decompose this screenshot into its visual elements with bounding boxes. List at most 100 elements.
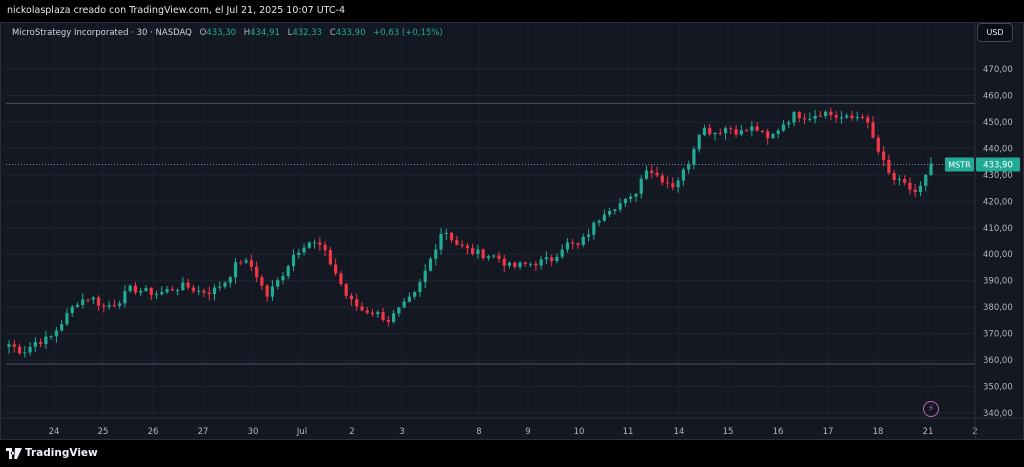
candle-body: [365, 310, 369, 313]
candle-body: [623, 198, 628, 204]
candle-body: [323, 244, 327, 251]
y-tick-label: 360,00: [983, 356, 1013, 366]
candle-body: [834, 115, 838, 118]
candle-body: [207, 292, 211, 295]
candle-body: [191, 287, 195, 292]
candle-body: [91, 297, 95, 300]
candle-body: [581, 236, 585, 245]
candle-body: [507, 262, 512, 266]
candle-body: [223, 282, 227, 287]
candle-body: [291, 255, 296, 267]
y-tick-label: 380,00: [983, 303, 1013, 313]
candle-body: [792, 112, 796, 123]
candle-body: [539, 259, 543, 266]
candle-body: [918, 185, 923, 193]
candle-body: [481, 249, 485, 259]
candle-body: [312, 242, 317, 244]
candle-body: [824, 111, 828, 116]
publisher-caption: nickolasplaza creado con TradingView.com…: [7, 5, 346, 16]
tradingview-brand[interactable]: TradingView: [25, 447, 98, 459]
candle-body: [318, 242, 322, 245]
footer-bar: TradingView: [0, 440, 1024, 467]
candle-body: [871, 122, 875, 138]
candle-body: [444, 232, 448, 234]
candle-body: [739, 130, 743, 135]
candle-body: [908, 182, 912, 190]
candle-body: [818, 115, 822, 117]
candle-body: [813, 115, 817, 119]
candle-body: [160, 292, 164, 295]
currency-button[interactable]: USD: [977, 23, 1013, 42]
candle-body: [839, 117, 844, 119]
candle-body: [255, 266, 259, 278]
candle-body: [423, 270, 427, 283]
candle-body: [766, 131, 770, 139]
candle-body: [428, 258, 433, 271]
candle-body: [697, 135, 701, 150]
x-tick-label: 11: [623, 427, 634, 437]
candle-body: [381, 312, 385, 321]
candle-body: [513, 262, 517, 268]
candle-body: [465, 245, 469, 249]
symbol-legend: MicroStrategy Incorporated · 30 · NASDAQ…: [12, 28, 443, 38]
candle-body: [866, 117, 870, 123]
candle-body: [571, 242, 575, 244]
x-tick-label: 15: [723, 427, 734, 437]
candle-body: [70, 306, 74, 314]
candle-body: [528, 263, 533, 265]
tradingview-logo-icon[interactable]: [6, 448, 22, 459]
candle-body: [502, 258, 506, 266]
candle-body: [734, 129, 738, 135]
candle-body: [360, 306, 364, 311]
x-tick-label: 21: [923, 427, 934, 437]
candle-body: [12, 344, 16, 347]
candle-body: [407, 296, 412, 302]
y-tick-label: 430,00: [983, 171, 1013, 181]
candle-body: [802, 118, 807, 120]
candle-body: [81, 299, 85, 305]
candle-body: [355, 299, 359, 307]
candle-body: [7, 344, 11, 347]
x-tick-label: 14: [674, 427, 685, 437]
candle-body: [650, 170, 654, 173]
candle-body: [708, 127, 712, 135]
candle-body: [202, 290, 206, 293]
candle-body: [750, 126, 754, 131]
x-tick-label: 16: [773, 427, 784, 437]
lightning-icon[interactable]: ⚡: [923, 401, 939, 417]
candle-body: [586, 234, 591, 237]
candle-body: [144, 287, 148, 291]
candle-body: [665, 182, 670, 184]
candle-body: [729, 128, 733, 130]
candle-body: [102, 305, 106, 307]
symbol-title[interactable]: MicroStrategy Incorporated · 30 · NASDAQ: [12, 28, 192, 38]
candle-body: [392, 313, 396, 323]
candle-body: [28, 346, 32, 353]
candle-body: [281, 276, 285, 281]
y-tick-label: 370,00: [983, 330, 1013, 340]
candle-body: [276, 280, 280, 287]
candle-body: [518, 262, 522, 268]
candle-body: [560, 249, 564, 257]
candle-body: [565, 242, 570, 250]
candle-body: [218, 286, 222, 288]
candle-body: [497, 255, 501, 259]
candle-body: [118, 303, 122, 306]
candle-body: [65, 313, 69, 325]
y-tick-label: 450,00: [983, 118, 1013, 128]
candlestick-chart[interactable]: 470,00 460,00 450,00 440,00 430,00 420,00 410,…: [0, 22, 1024, 440]
candle-body: [170, 289, 174, 291]
x-tick-label: 9: [525, 427, 530, 437]
candle-body: [86, 299, 90, 301]
candle-body: [165, 289, 169, 293]
x-tick-label: 27: [198, 427, 209, 437]
candle-body: [787, 122, 791, 125]
candle-body: [534, 263, 538, 266]
candle-body: [249, 260, 253, 267]
candle-body: [139, 290, 143, 293]
candle-body: [302, 247, 306, 253]
close-value: 433,90: [335, 28, 366, 38]
candle-body: [760, 130, 765, 132]
candle-body: [54, 330, 59, 337]
x-tick-label: 30: [248, 427, 259, 437]
